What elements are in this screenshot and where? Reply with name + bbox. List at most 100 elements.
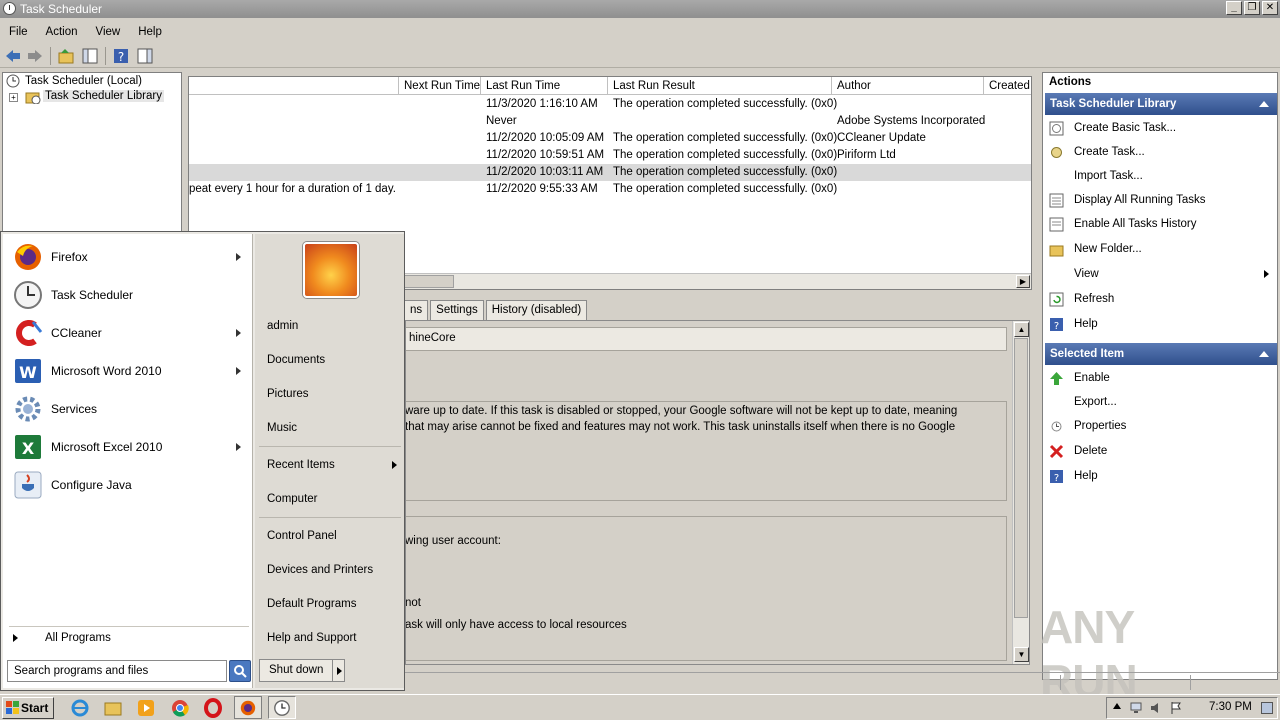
table-row[interactable]: Never Adobe Systems Incorporated: [189, 113, 1031, 130]
properties-action[interactable]: Properties: [1049, 416, 1126, 436]
start-menu: Firefox Task Scheduler CCleaner W Micros…: [0, 231, 405, 691]
taskbar-firefox-button[interactable]: [234, 696, 262, 719]
menu-view[interactable]: View: [87, 26, 130, 38]
description-line: ware up to date. If this task is disable…: [405, 405, 958, 417]
column-header-next-run[interactable]: Next Run Time: [399, 77, 481, 95]
tree-item-local[interactable]: Task Scheduler (Local): [25, 75, 142, 87]
ie-icon[interactable]: [70, 698, 90, 718]
tree-item-library[interactable]: Task Scheduler Library: [43, 90, 164, 102]
table-row[interactable]: 11/2/2020 10:05:09 AM The operation comp…: [189, 130, 1031, 147]
menu-help[interactable]: Help: [129, 26, 171, 38]
table-row[interactable]: 11/2/2020 10:59:51 AM The operation comp…: [189, 147, 1031, 164]
all-programs-button[interactable]: All Programs: [45, 632, 111, 644]
submenu-arrow-icon: [236, 367, 241, 375]
scroll-thumb[interactable]: [1014, 338, 1028, 618]
start-program-firefox[interactable]: Firefox: [9, 239, 249, 275]
start-program-java[interactable]: Configure Java: [9, 467, 249, 503]
network-icon[interactable]: [1129, 701, 1143, 715]
start-right-music[interactable]: Music: [267, 418, 297, 438]
collapse-icon[interactable]: [1259, 101, 1269, 107]
show-desktop-button[interactable]: [1261, 702, 1273, 714]
shutdown-button[interactable]: Shut down: [259, 659, 333, 682]
help-action-selected[interactable]: ? Help: [1049, 466, 1098, 486]
explorer-icon[interactable]: [103, 698, 123, 718]
export-action[interactable]: Export...: [1049, 392, 1117, 412]
restore-button[interactable]: ❐: [1244, 1, 1260, 15]
column-header-last-result[interactable]: Last Run Result: [608, 77, 832, 95]
enable-action[interactable]: Enable: [1049, 368, 1110, 388]
show-hide-tree-icon[interactable]: [81, 47, 99, 65]
column-header-created[interactable]: Created: [984, 77, 1031, 95]
back-icon[interactable]: [4, 47, 22, 65]
shutdown-options-button[interactable]: [332, 659, 345, 682]
table-row-selected[interactable]: 11/2/2020 10:03:11 AM The operation comp…: [189, 164, 1031, 181]
search-button[interactable]: [229, 660, 251, 682]
table-row[interactable]: 11/3/2020 1:16:10 AM The operation compl…: [189, 96, 1031, 113]
scroll-right-icon[interactable]: ▶: [1016, 275, 1030, 288]
start-program-ccleaner[interactable]: CCleaner: [9, 315, 249, 351]
expand-icon[interactable]: +: [9, 93, 18, 102]
start-right-admin[interactable]: admin: [267, 316, 298, 336]
table-row[interactable]: peat every 1 hour for a duration of 1 da…: [189, 181, 1031, 198]
minimize-button[interactable]: _: [1226, 1, 1242, 15]
start-right-devices-printers[interactable]: Devices and Printers: [267, 560, 373, 580]
create-basic-task-action[interactable]: Create Basic Task...: [1049, 118, 1176, 138]
view-action[interactable]: View: [1049, 264, 1269, 284]
volume-icon[interactable]: [1149, 701, 1163, 715]
action-center-flag-icon[interactable]: [1169, 701, 1183, 715]
tab-history[interactable]: History (disabled): [485, 300, 588, 320]
column-header-last-run[interactable]: Last Run Time: [481, 77, 608, 95]
search-input[interactable]: Search programs and files: [7, 660, 227, 682]
start-program-word[interactable]: W Microsoft Word 2010: [9, 353, 249, 389]
chrome-icon[interactable]: [170, 698, 190, 718]
help-action[interactable]: ? Help: [1049, 314, 1098, 334]
tab-settings[interactable]: Settings: [430, 300, 484, 320]
start-right-pictures[interactable]: Pictures: [267, 384, 309, 404]
taskbar-task-scheduler-button[interactable]: [268, 696, 296, 719]
display-running-tasks-action[interactable]: Display All Running Tasks: [1049, 190, 1205, 210]
show-hidden-icons-icon[interactable]: [1113, 703, 1121, 709]
column-header-author[interactable]: Author: [832, 77, 984, 95]
enable-tasks-history-action[interactable]: Enable All Tasks History: [1049, 214, 1197, 234]
start-right-recent-items[interactable]: Recent Items: [267, 455, 397, 475]
menu-file[interactable]: File: [0, 26, 37, 38]
start-program-task-scheduler[interactable]: Task Scheduler: [9, 277, 249, 313]
close-button[interactable]: ✕: [1262, 1, 1278, 15]
tab-actions[interactable]: ns: [405, 300, 429, 320]
start-button[interactable]: Start: [2, 697, 54, 719]
refresh-action[interactable]: Refresh: [1049, 289, 1114, 309]
scroll-down-icon[interactable]: ▼: [1014, 647, 1029, 662]
selected-item-section-header[interactable]: Selected Item: [1045, 343, 1277, 365]
vertical-scrollbar[interactable]: ▲ ▼: [1012, 321, 1029, 664]
import-task-action[interactable]: Import Task...: [1049, 166, 1143, 186]
start-right-computer[interactable]: Computer: [267, 489, 318, 509]
clock[interactable]: 7:30 PM: [1209, 701, 1252, 713]
library-section-header[interactable]: Task Scheduler Library: [1045, 93, 1277, 115]
opera-icon[interactable]: [203, 698, 223, 718]
start-right-default-programs[interactable]: Default Programs: [267, 594, 356, 614]
help-icon[interactable]: ?: [112, 47, 130, 65]
start-right-help-support[interactable]: Help and Support: [267, 628, 357, 648]
start-right-documents[interactable]: Documents: [267, 350, 325, 370]
start-program-services[interactable]: Services: [9, 391, 249, 427]
window-title-bar[interactable]: Task Scheduler _ ❐ ✕: [0, 0, 1280, 18]
basic-task-icon: [1049, 121, 1064, 136]
start-program-excel[interactable]: X Microsoft Excel 2010: [9, 429, 249, 465]
description-box[interactable]: ware up to date. If this task is disable…: [405, 401, 1007, 501]
start-right-control-panel[interactable]: Control Panel: [267, 526, 337, 546]
collapse-icon[interactable]: [1259, 351, 1269, 357]
show-hide-action-pane-icon[interactable]: [136, 47, 154, 65]
column-header-trigger[interactable]: [189, 77, 399, 95]
name-field[interactable]: hineCore: [406, 327, 1007, 351]
new-folder-action[interactable]: New Folder...: [1049, 239, 1142, 259]
delete-action[interactable]: Delete: [1049, 441, 1107, 461]
media-player-icon[interactable]: [136, 698, 156, 718]
up-folder-icon[interactable]: [57, 47, 75, 65]
scroll-up-icon[interactable]: ▲: [1014, 322, 1029, 337]
submenu-arrow-icon: [392, 461, 397, 469]
forward-icon[interactable]: [26, 47, 44, 65]
menu-action[interactable]: Action: [37, 26, 87, 38]
create-task-action[interactable]: Create Task...: [1049, 142, 1145, 162]
svg-text:?: ?: [118, 50, 124, 64]
scroll-thumb[interactable]: [404, 275, 454, 288]
